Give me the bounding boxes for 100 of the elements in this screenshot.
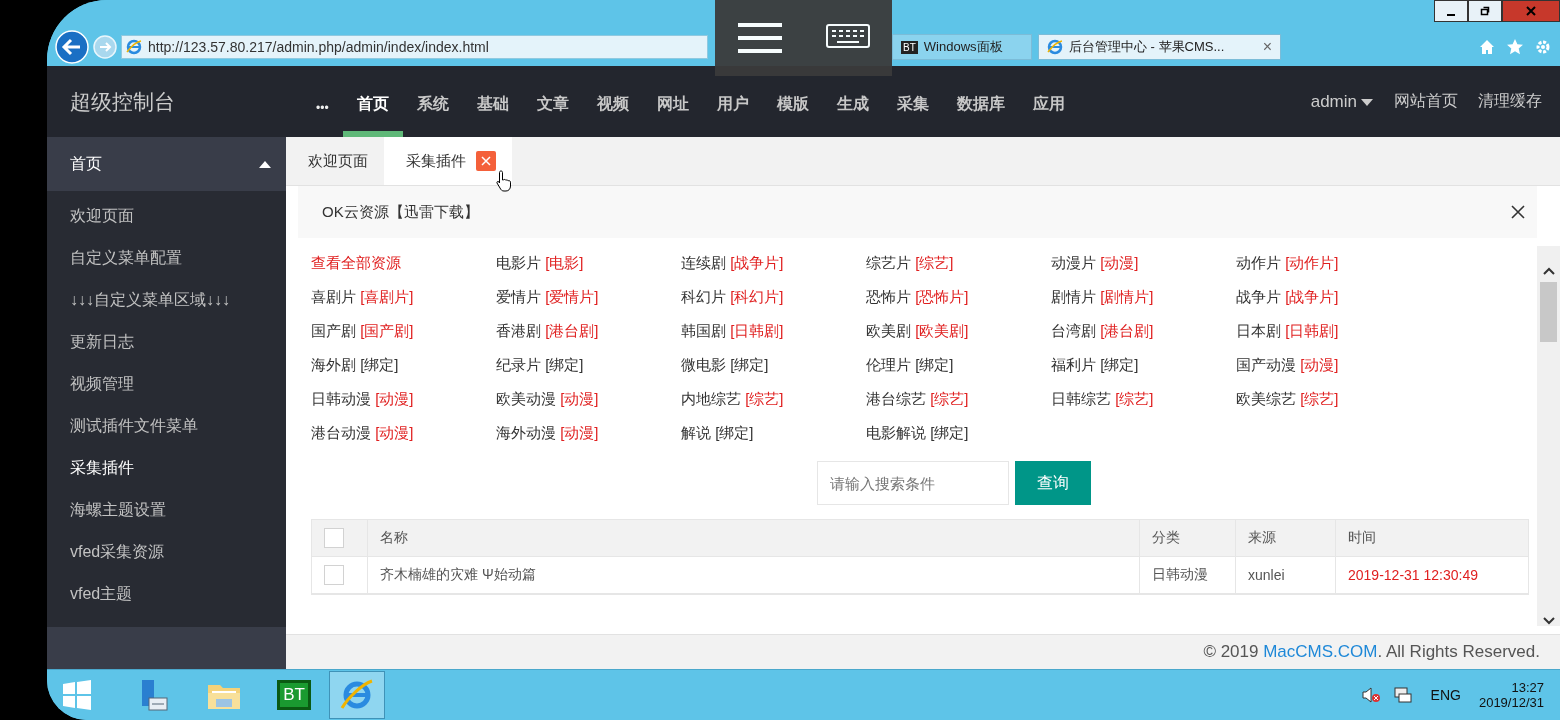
category-link[interactable]: 福利片 [绑定] (1051, 354, 1236, 375)
restore-button[interactable] (1468, 0, 1502, 22)
sidebar-item[interactable]: ↓↓↓自定义菜单区域↓↓↓ (47, 279, 286, 321)
category-link[interactable]: 内地综艺 [综艺] (681, 388, 866, 409)
sidebar-item[interactable]: 测试插件文件菜单 (47, 405, 286, 447)
browser-tab[interactable]: BT Windows面板 (892, 34, 1032, 60)
language-indicator[interactable]: ENG (1430, 687, 1461, 703)
clock-time[interactable]: 13:27 (1511, 680, 1544, 695)
close-button[interactable] (1502, 0, 1560, 22)
taskbar-app[interactable] (329, 671, 385, 719)
category-link[interactable]: 剧情片 [剧情片] (1051, 286, 1236, 307)
back-icon[interactable] (55, 30, 89, 64)
restore-icon (1480, 6, 1490, 16)
nav-tab[interactable]: 网址 (642, 78, 703, 137)
sidebar-item[interactable]: 更新日志 (47, 321, 286, 363)
category-link[interactable]: 港台综艺 [综艺] (866, 388, 1051, 409)
category-link[interactable]: 日韩综艺 [综艺] (1051, 388, 1236, 409)
muted-speaker-icon[interactable] (1360, 686, 1381, 704)
star-icon[interactable] (1506, 38, 1524, 56)
category-link[interactable]: 香港剧 [港台剧] (496, 320, 681, 341)
page-tab[interactable]: 采集插件 (384, 137, 512, 185)
close-icon[interactable] (1511, 205, 1525, 219)
more-menu[interactable]: ••• (306, 78, 343, 137)
category-link[interactable]: 电影解说 [绑定] (866, 422, 1051, 443)
windows-start-icon[interactable] (61, 679, 93, 711)
header-link[interactable]: 网站首页 (1394, 91, 1458, 112)
category-link[interactable]: 科幻片 [科幻片] (681, 286, 866, 307)
address-field[interactable]: http://123.57.80.217/admin.php/admin/index/index.html (121, 35, 708, 59)
scrollbar[interactable] (1537, 246, 1560, 626)
nav-tab[interactable]: 采集 (882, 78, 943, 137)
tab-close-button[interactable]: × (1262, 38, 1272, 56)
nav-tab[interactable]: 生成 (822, 78, 883, 137)
ie-icon (1047, 39, 1063, 55)
category-link[interactable]: 台湾剧 [港台剧] (1051, 320, 1236, 341)
category-link[interactable]: 欧美动漫 [动漫] (496, 388, 681, 409)
ie-icon (126, 39, 142, 55)
category-link[interactable]: 海外动漫 [动漫] (496, 422, 681, 443)
menu-icon[interactable] (735, 21, 784, 55)
category-link[interactable]: 欧美剧 [欧美剧] (866, 320, 1051, 341)
minimize-button[interactable] (1434, 0, 1468, 22)
sidebar-item[interactable]: 视频管理 (47, 363, 286, 405)
clock-date[interactable]: 2019/12/31 (1478, 695, 1544, 710)
sidebar-item[interactable]: 采集插件 (47, 447, 286, 489)
nav-tab[interactable]: 基础 (462, 78, 523, 137)
sidebar-item[interactable]: 海螺主题设置 (47, 489, 286, 531)
category-link[interactable]: 喜剧片 [喜剧片] (311, 286, 496, 307)
category-link[interactable]: 解说 [绑定] (681, 422, 866, 443)
category-link[interactable]: 纪录片 [绑定] (496, 354, 681, 375)
category-link[interactable]: 伦理片 [绑定] (866, 354, 1051, 375)
category-link[interactable]: 微电影 [绑定] (681, 354, 866, 375)
browser-tab[interactable]: 后台管理中心 - 苹果CMS... × (1038, 34, 1281, 60)
forward-icon[interactable] (93, 35, 117, 59)
scroll-up-icon[interactable] (1541, 266, 1556, 276)
category-link[interactable]: 国产动漫 [动漫] (1236, 354, 1421, 375)
all-resources-link[interactable]: 查看全部资源 (311, 252, 496, 273)
search-field[interactable]: 请输入搜索条件 (817, 461, 1009, 505)
sidebar-item[interactable]: 自定义菜单配置 (47, 237, 286, 279)
category-link[interactable]: 战争片 [战争片] (1236, 286, 1421, 307)
nav-tab[interactable]: 应用 (1018, 78, 1079, 137)
nav-tab[interactable]: 文章 (522, 78, 583, 137)
sidebar-item[interactable]: vfed主题 (47, 573, 286, 615)
nav-tab[interactable]: 用户 (702, 78, 763, 137)
category-link[interactable]: 港台动漫 [动漫] (311, 422, 496, 443)
nav-tab[interactable]: 模版 (762, 78, 823, 137)
category-link[interactable]: 连续剧 [战争片] (681, 252, 866, 273)
category-link[interactable]: 海外剧 [绑定] (311, 354, 496, 375)
nav-tab[interactable]: 系统 (402, 78, 463, 137)
table-cell: 2019-12-31 12:30:49 (1348, 567, 1478, 583)
category-link[interactable]: 日本剧 [日韩剧] (1236, 320, 1421, 341)
category-link[interactable]: 日韩动漫 [动漫] (311, 388, 496, 409)
category-link[interactable]: 动漫片 [动漫] (1051, 252, 1236, 273)
network-icon[interactable] (1392, 686, 1413, 704)
category-link[interactable]: 韩国剧 [日韩剧] (681, 320, 866, 341)
scroll-down-icon[interactable] (1541, 616, 1556, 626)
header-link[interactable]: 清理缓存 (1478, 91, 1542, 112)
nav-tab[interactable]: 视频 (582, 78, 643, 137)
column-header: 来源 (1248, 529, 1276, 547)
taskbar-app[interactable]: BT (259, 671, 329, 719)
nav-tab[interactable]: 数据库 (942, 78, 1019, 137)
checkbox[interactable] (324, 528, 344, 548)
scrollbar-thumb[interactable] (1540, 282, 1557, 342)
settings-icon[interactable] (1534, 38, 1552, 56)
sidebar-group[interactable]: 首页 (47, 137, 286, 191)
category-link[interactable]: 动作片 [动作片] (1236, 252, 1421, 273)
sidebar-item[interactable]: 欢迎页面 (47, 195, 286, 237)
category-link[interactable]: 电影片 [电影] (496, 252, 681, 273)
sidebar-item[interactable]: vfed采集资源 (47, 531, 286, 573)
page-tab[interactable]: 欢迎页面 (286, 137, 384, 185)
user-menu[interactable]: admin (1310, 91, 1374, 112)
console-title: 超级控制台 (69, 88, 176, 115)
category-link[interactable]: 国产剧 [国产剧] (311, 320, 496, 341)
search-button[interactable]: 查询 (1015, 461, 1091, 505)
panel-title: OK云资源【迅雷下载】 (322, 202, 479, 222)
category-link[interactable]: 综艺片 [综艺] (866, 252, 1051, 273)
category-link[interactable]: 恐怖片 [恐怖片] (866, 286, 1051, 307)
category-link[interactable]: 欧美综艺 [综艺] (1236, 388, 1421, 409)
checkbox[interactable] (324, 565, 344, 585)
category-link[interactable]: 爱情片 [爱情片] (496, 286, 681, 307)
copyright-text: © 2019 MacCMS.COM. All Rights Reserved. (1203, 642, 1540, 662)
home-icon[interactable] (1478, 38, 1496, 56)
